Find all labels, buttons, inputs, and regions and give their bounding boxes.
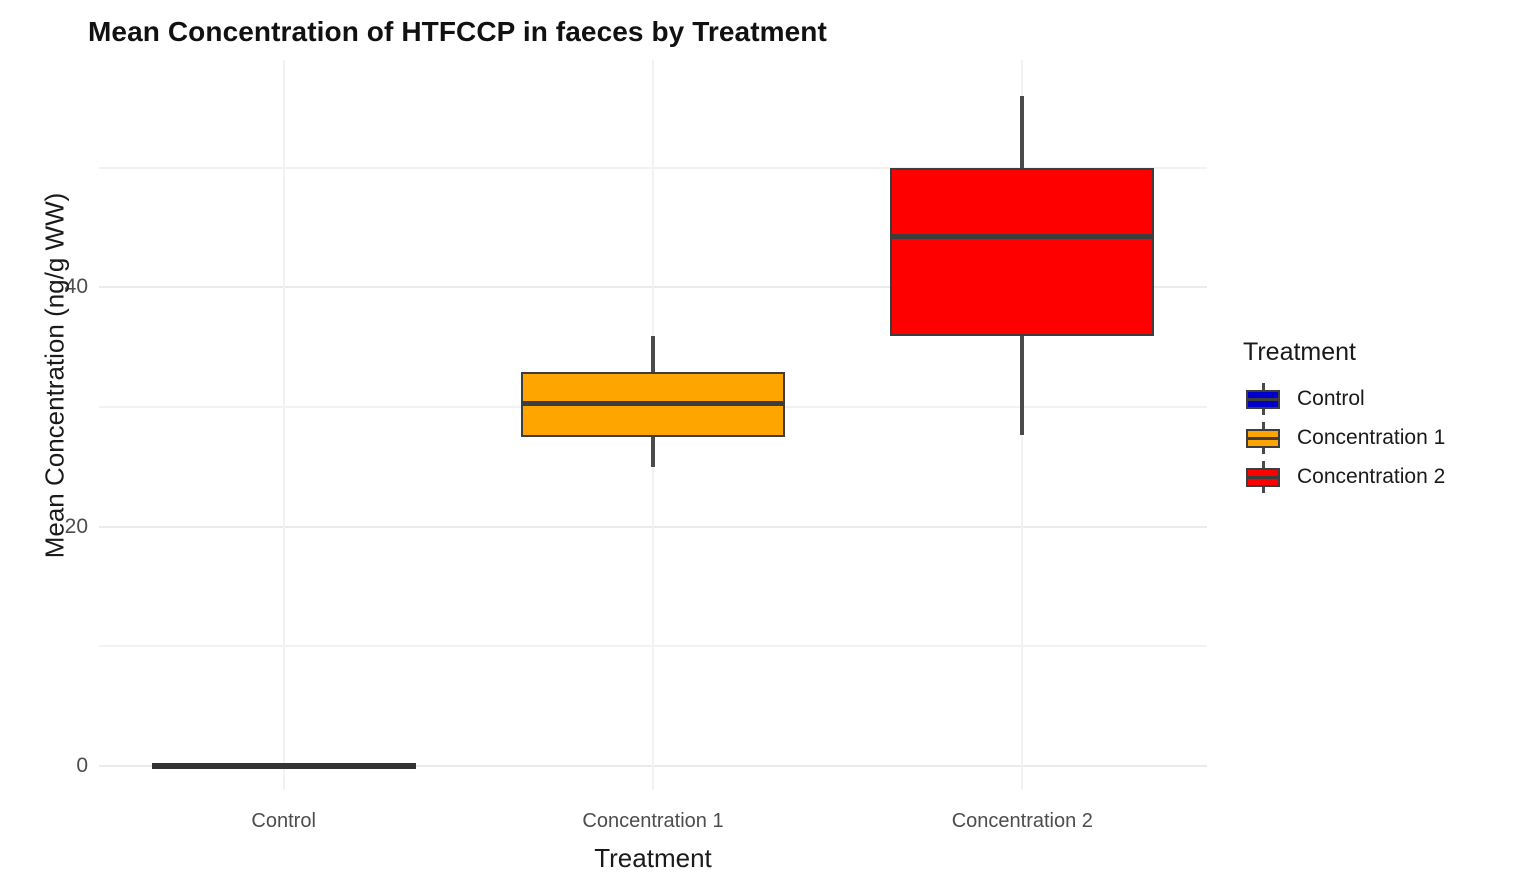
y-axis-title: Mean Concentration (ng/g WW) bbox=[39, 192, 70, 559]
legend-item[interactable]: Concentration 2 bbox=[1243, 457, 1503, 496]
median-line bbox=[890, 233, 1155, 239]
x-tick-label: Concentration 2 bbox=[951, 810, 1093, 832]
x-tick-label: Control bbox=[251, 810, 316, 832]
legend-item-label: Concentration 1 bbox=[1297, 425, 1446, 449]
legend: Treatment Control Concentration 1 Concentr… bbox=[1243, 338, 1503, 496]
legend-key-boxplot-icon bbox=[1243, 420, 1283, 456]
legend-item-label: Concentration 2 bbox=[1297, 464, 1446, 488]
legend-item[interactable]: Control bbox=[1243, 379, 1503, 418]
legend-title: Treatment bbox=[1243, 338, 1357, 366]
plot-panel bbox=[99, 60, 1207, 790]
whisker-lower bbox=[1020, 336, 1025, 435]
legend-key-boxplot-icon bbox=[1243, 459, 1283, 495]
boxplot-concentration-2[interactable] bbox=[99, 60, 1207, 790]
chart-canvas: Mean Concentration of HTFCCP in faeces b… bbox=[0, 0, 1514, 888]
x-axis-tick-labels: Control Concentration 1 Concentration 2 bbox=[0, 810, 1514, 840]
legend-key-boxplot-icon bbox=[1243, 381, 1283, 417]
y-tick-label: 0 bbox=[76, 754, 88, 778]
legend-items: Control Concentration 1 Concentration 2 bbox=[1243, 379, 1503, 496]
whisker-upper bbox=[1020, 95, 1025, 168]
box-rect[interactable] bbox=[890, 167, 1155, 337]
legend-item[interactable]: Concentration 1 bbox=[1243, 418, 1503, 457]
chart-title: Mean Concentration of HTFCCP in faeces b… bbox=[88, 16, 827, 47]
legend-item-label: Control bbox=[1297, 386, 1365, 410]
x-tick-label: Concentration 1 bbox=[582, 810, 724, 832]
x-axis-title: Treatment bbox=[594, 843, 712, 873]
